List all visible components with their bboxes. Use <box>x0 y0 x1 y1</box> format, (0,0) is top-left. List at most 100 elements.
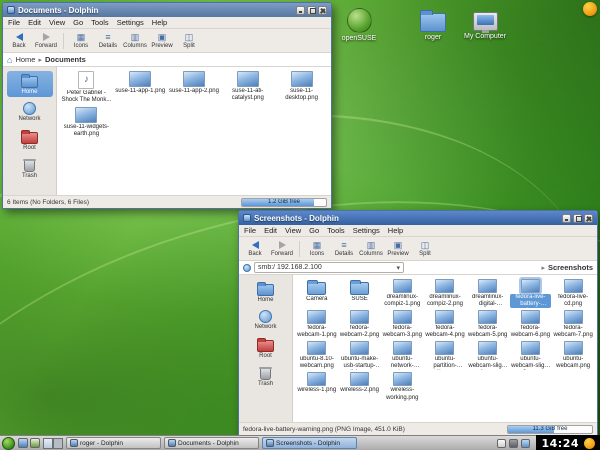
pager-desktop-2[interactable] <box>53 438 63 449</box>
place-home[interactable]: Home <box>7 71 53 97</box>
file-ubuntu-webcam-png[interactable]: ubuntu-webcam.png <box>552 341 594 370</box>
file-suse[interactable]: SUSE <box>339 279 381 308</box>
place-home[interactable]: Home <box>243 279 289 305</box>
menu-settings[interactable]: Settings <box>117 18 144 27</box>
file-dreamlinux-digital-camera-png[interactable]: dreamlinux-digital-camera.png <box>467 279 509 308</box>
file-wireless-1-png[interactable]: wireless-1.png <box>296 372 338 401</box>
file-suse-11-app-2-png[interactable]: suse-11-app-2.png <box>168 71 221 104</box>
back-button[interactable]: Back <box>243 240 267 258</box>
close-button[interactable] <box>318 6 327 15</box>
file-fedora-live-battery-warning-png[interactable]: fedora-live-battery-warning.png <box>510 279 552 308</box>
file-fedora-webcam-5-png[interactable]: fedora-webcam-5.png <box>467 310 509 339</box>
titlebar[interactable]: Screenshots - Dolphin <box>239 211 597 225</box>
task-documents-dolphin[interactable]: Documents - Dolphin <box>164 437 259 449</box>
menu-edit[interactable]: Edit <box>264 226 277 235</box>
place-trash[interactable]: Trash <box>243 364 289 389</box>
task-screenshots-dolphin[interactable]: Screenshots - Dolphin <box>262 437 357 449</box>
place-network[interactable]: Network <box>243 308 289 332</box>
file-suse-11-widgets-earth-png[interactable]: suse-11-widgets-earth.png <box>60 107 113 138</box>
file-ubuntu-network-tools-png[interactable]: ubuntu-network-tools.png <box>381 341 423 370</box>
file-fedora-webcam-6-png[interactable]: fedora-webcam-6.png <box>510 310 552 339</box>
desktop-icon-opensuse[interactable]: openSUSE <box>332 8 386 42</box>
konqueror-icon[interactable] <box>30 438 40 448</box>
breadcrumb-root[interactable]: Home <box>15 55 35 64</box>
file-ubuntu-partition-editor-png[interactable]: ubuntu-partition-editor.png <box>424 341 466 370</box>
file-view[interactable]: CameraSUSEdreamlinux-compiz-1.pngdreamli… <box>293 275 597 422</box>
menu-help[interactable]: Help <box>152 18 167 27</box>
desktop-pager[interactable] <box>43 438 63 449</box>
dropdown-arrow-icon[interactable] <box>396 263 400 272</box>
place-network[interactable]: Network <box>7 100 53 124</box>
details-button[interactable]: ≡Details <box>332 240 356 258</box>
place-root[interactable]: Root <box>7 127 53 153</box>
file-suse-11-desktop-png[interactable]: suse-11-desktop.png <box>275 71 328 104</box>
file-fedora-live-cd-png[interactable]: fedora-live-cd.png <box>552 279 594 308</box>
close-button[interactable] <box>584 214 593 223</box>
desktop-cashew-icon[interactable] <box>583 2 597 16</box>
file-suse-11-app-1-png[interactable]: suse-11-app-1.png <box>114 71 167 104</box>
task-roger-dolphin[interactable]: roger - Dolphin <box>66 437 161 449</box>
menu-file[interactable]: File <box>8 18 20 27</box>
details-button[interactable]: ≡Details <box>96 32 120 50</box>
desktop-icon-my-computer[interactable]: My Computer <box>458 8 512 40</box>
minimize-button[interactable] <box>562 214 571 223</box>
kickoff-menu-button[interactable] <box>2 437 15 450</box>
desktop[interactable]: openSUSE rogerMy Computer Documents - Dol… <box>0 0 600 450</box>
breadcrumb-current[interactable]: Screenshots <box>548 263 593 272</box>
file-fedora-webcam-4-png[interactable]: fedora-webcam-4.png <box>424 310 466 339</box>
file-suse-11-ati-catalyst-png[interactable]: suse-11-ati-catalyst.png <box>221 71 274 104</box>
forward-button[interactable]: Forward <box>270 240 294 258</box>
columns-button[interactable]: ▥Columns <box>123 32 147 50</box>
preview-button[interactable]: ▣Preview <box>150 32 174 50</box>
menu-help[interactable]: Help <box>388 226 403 235</box>
volume-icon[interactable] <box>509 439 518 448</box>
icons-button[interactable]: ▦Icons <box>305 240 329 258</box>
device-notifier-icon[interactable] <box>521 439 530 448</box>
columns-button[interactable]: ▥Columns <box>359 240 383 258</box>
digital-clock[interactable]: 14:24 <box>541 437 579 450</box>
preview-button[interactable]: ▣Preview <box>386 240 410 258</box>
maximize-button[interactable] <box>573 214 582 223</box>
split-button[interactable]: ◫Split <box>177 32 201 50</box>
menu-go[interactable]: Go <box>309 226 319 235</box>
place-trash[interactable]: Trash <box>7 156 53 181</box>
menu-file[interactable]: File <box>244 226 256 235</box>
maximize-button[interactable] <box>307 6 316 15</box>
back-button[interactable]: Back <box>7 32 31 50</box>
file-camera[interactable]: Camera <box>296 279 338 308</box>
menu-tools[interactable]: Tools <box>327 226 345 235</box>
file-wireless-working-png[interactable]: wireless-working.png <box>381 372 423 401</box>
file-fedora-webcam-2-png[interactable]: fedora-webcam-2.png <box>339 310 381 339</box>
menu-edit[interactable]: Edit <box>28 18 41 27</box>
titlebar[interactable]: Documents - Dolphin <box>3 3 331 17</box>
file-peter-gabriel-shock-the-monk[interactable]: ♪Peter Gabriel - Shock The Monk... <box>60 71 113 104</box>
menu-view[interactable]: View <box>285 226 301 235</box>
location-input[interactable]: smb:/ 192.168.2.100 <box>254 262 404 273</box>
file-view[interactable]: ♪Peter Gabriel - Shock The Monk...suse-1… <box>57 67 331 195</box>
menu-settings[interactable]: Settings <box>353 226 380 235</box>
panel-cashew-icon[interactable] <box>584 438 595 449</box>
desktop-icon-roger[interactable]: roger <box>406 8 460 41</box>
split-button[interactable]: ◫Split <box>413 240 437 258</box>
pager-desktop-1[interactable] <box>43 438 53 449</box>
breadcrumb-current[interactable]: Documents <box>45 55 86 64</box>
dolphin-icon[interactable] <box>18 438 28 448</box>
file-dreamlinux-compiz-1-png[interactable]: dreamlinux-compiz-1.png <box>381 279 423 308</box>
file-fedora-webcam-3-png[interactable]: fedora-webcam-3.png <box>381 310 423 339</box>
place-root[interactable]: Root <box>243 335 289 361</box>
menu-tools[interactable]: Tools <box>91 18 109 27</box>
icons-button[interactable]: ▦Icons <box>69 32 93 50</box>
file-dreamlinux-compiz-2-png[interactable]: dreamlinux-compiz-2.png <box>424 279 466 308</box>
menu-view[interactable]: View <box>49 18 65 27</box>
file-ubuntu-webcam-sliga-1-png[interactable]: ubuntu-webcam-sliga-1.png <box>467 341 509 370</box>
klipper-icon[interactable] <box>497 439 506 448</box>
file-wireless-2-png[interactable]: wireless-2.png <box>339 372 381 401</box>
file-ubuntu-make-usb-startup-disk-png[interactable]: ubuntu-make-usb-startup-disk.png <box>339 341 381 370</box>
location-bar[interactable]: Home Documents <box>3 53 331 67</box>
forward-button[interactable]: Forward <box>34 32 58 50</box>
file-fedora-webcam-1-png[interactable]: fedora-webcam-1.png <box>296 310 338 339</box>
file-ubuntu-webcam-sliga-2-png[interactable]: ubuntu-webcam-sliga-2.png <box>510 341 552 370</box>
location-bar[interactable]: smb:/ 192.168.2.100 Screenshots <box>239 261 597 275</box>
menu-go[interactable]: Go <box>73 18 83 27</box>
minimize-button[interactable] <box>296 6 305 15</box>
